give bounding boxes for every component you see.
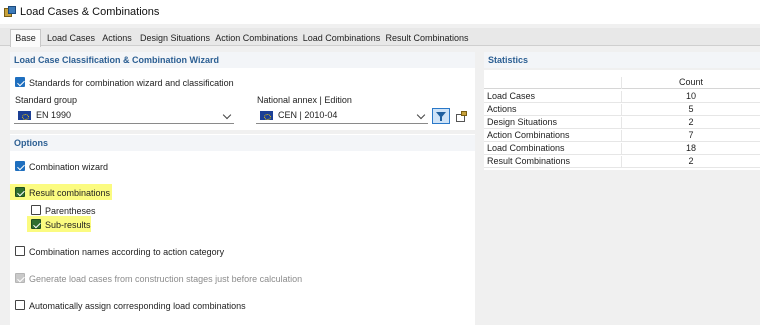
stat-name: Result Combinations: [487, 156, 571, 166]
statistics-header-row: Count: [484, 75, 760, 89]
national-annex-select[interactable]: CEN | 2010-04: [256, 108, 428, 124]
combination-names-label: Combination names according to action ca…: [29, 247, 225, 257]
generate-load-cases-checkbox[interactable]: [15, 273, 25, 283]
standards-checkbox[interactable]: [15, 77, 25, 87]
auto-assign-checkbox[interactable]: [15, 300, 25, 310]
parentheses-checkbox[interactable]: [31, 205, 41, 215]
standards-checkbox-label: Standards for combination wizard and cla…: [29, 78, 234, 88]
stat-name: Load Combinations: [487, 143, 565, 153]
count-column-header: Count: [621, 77, 760, 89]
eu-flag-icon: [18, 111, 31, 120]
chevron-down-icon: [416, 110, 426, 120]
standard-group-select[interactable]: EN 1990: [14, 108, 234, 124]
combination-wizard-checkbox[interactable]: [15, 161, 25, 171]
result-combinations-label: Result combinations: [29, 188, 111, 198]
table-row: Result Combinations 2: [484, 155, 760, 168]
result-combinations-checkbox[interactable]: [15, 187, 25, 197]
tab-design-situations[interactable]: Design Situations: [138, 30, 212, 46]
sub-results-checkbox[interactable]: [31, 219, 41, 229]
table-row: Actions 5: [484, 103, 760, 116]
stat-count: 2: [621, 156, 760, 168]
tab-actions[interactable]: Actions: [99, 30, 135, 46]
eu-flag-icon: [260, 111, 273, 120]
standard-group-value: EN 1990: [36, 110, 72, 120]
stat-name: Actions: [487, 104, 517, 114]
tab-load-combinations[interactable]: Load Combinations: [301, 30, 382, 46]
national-annex-value: CEN | 2010-04: [278, 110, 338, 120]
stat-count: 10: [621, 91, 760, 103]
sub-results-label: Sub-results: [45, 220, 91, 230]
generate-load-cases-label: Generate load cases from construction st…: [29, 274, 303, 284]
tab-base[interactable]: Base: [10, 29, 41, 47]
stat-name: Design Situations: [487, 117, 558, 127]
statistics-header: Statistics: [484, 52, 760, 68]
combination-names-checkbox[interactable]: [15, 246, 25, 256]
options-header: Options: [10, 135, 475, 151]
table-row: Action Combinations 7: [484, 129, 760, 142]
table-row: Design Situations 2: [484, 116, 760, 129]
auto-assign-label: Automatically assign corresponding load …: [29, 301, 246, 311]
classification-panel: Load Case Classification & Combination W…: [10, 52, 475, 130]
filter-button[interactable]: [432, 108, 450, 124]
tab-result-combinations[interactable]: Result Combinations: [384, 30, 470, 46]
tab-action-combinations[interactable]: Action Combinations: [214, 30, 299, 46]
tab-strip: Base Load Cases Actions Design Situation…: [0, 28, 760, 47]
stat-count: 7: [621, 130, 760, 142]
table-row: Load Combinations 18: [484, 142, 760, 155]
stat-count: 18: [621, 143, 760, 155]
edit-annex-button[interactable]: [452, 108, 470, 124]
national-annex-label: National annex | Edition: [257, 95, 352, 105]
title-bar: Load Cases & Combinations: [0, 0, 760, 24]
options-panel: Options Combination wizard Result combin…: [10, 134, 475, 325]
statistics-panel: Statistics Count Load Cases 10 Actions 5…: [484, 52, 760, 325]
stat-name: Load Cases: [487, 91, 536, 101]
table-row: Load Cases 10: [484, 90, 760, 103]
stat-count: 2: [621, 117, 760, 129]
parentheses-label: Parentheses: [45, 206, 96, 216]
stat-count: 5: [621, 104, 760, 116]
window-title: Load Cases & Combinations: [20, 6, 160, 18]
standard-group-label: Standard group: [15, 95, 78, 105]
stat-name: Action Combinations: [487, 130, 570, 140]
statistics-table: Count Load Cases 10 Actions 5 Design Sit…: [484, 70, 760, 170]
combination-wizard-label: Combination wizard: [29, 162, 109, 172]
chevron-down-icon: [222, 110, 232, 120]
classification-header: Load Case Classification & Combination W…: [10, 52, 475, 68]
app-icon: [4, 6, 16, 18]
tab-load-cases[interactable]: Load Cases: [45, 30, 97, 46]
